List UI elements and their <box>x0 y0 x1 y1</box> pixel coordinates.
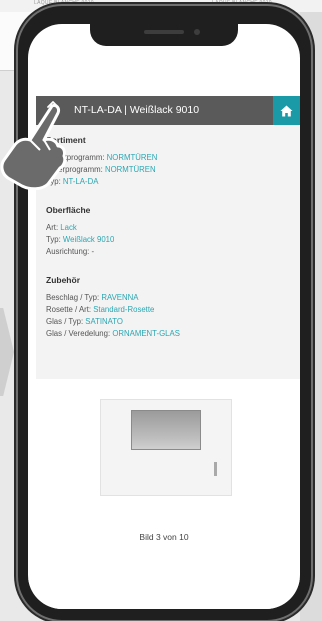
product-title: NT-LA-DA | Weißlack 9010 <box>74 104 200 116</box>
detail-row: Beschlag / Typ: RAVENNA <box>46 293 139 302</box>
detail-row: Glas / Typ: SATINATO <box>46 317 123 326</box>
door-glass-pane <box>131 410 201 450</box>
background-arrow-shape <box>0 308 14 396</box>
detail-value-link[interactable]: NT-LA-DA <box>63 177 99 186</box>
door-product-image[interactable] <box>100 399 232 496</box>
front-camera <box>194 29 200 35</box>
section-heading-zubehoer: Zubehör <box>46 275 80 285</box>
product-header-bar: NT-LA-DA | Weißlack 9010 <box>36 96 300 125</box>
detail-value-link[interactable]: Standard-Rosette <box>93 305 154 314</box>
section-heading-oberflaeche: Oberfläche <box>46 205 91 215</box>
detail-row: Typ: Weißlack 9010 <box>46 235 115 244</box>
phone-frame: NT-LA-DA | Weißlack 9010 Sortiment Haupt… <box>18 6 311 620</box>
detail-value: - <box>91 247 95 256</box>
home-icon <box>280 105 293 116</box>
detail-row: Art: Lack <box>46 223 77 232</box>
detail-row: Ausrichtung: - <box>46 247 95 256</box>
product-details-panel: Sortiment Hauptprogramm: NORMTÜREN Unter… <box>36 125 300 379</box>
speaker-grille <box>144 30 184 34</box>
detail-value-link[interactable]: NORMTÜREN <box>107 153 158 162</box>
door-handle <box>214 462 217 476</box>
pointing-hand-icon <box>0 104 66 190</box>
detail-row: Rosette / Art: Standard-Rosette <box>46 305 155 314</box>
screen-bottom-area <box>28 579 300 609</box>
detail-value-link[interactable]: Weißlack 9010 <box>63 235 114 244</box>
detail-value-link[interactable]: NORMTÜREN <box>105 165 156 174</box>
phone-screen: NT-LA-DA | Weißlack 9010 Sortiment Haupt… <box>28 24 300 609</box>
detail-value-link[interactable]: RAVENNA <box>101 293 138 302</box>
phone-notch <box>90 24 238 46</box>
detail-row: Glas / Veredelung: ORNAMENT-GLAS <box>46 329 180 338</box>
image-counter: Bild 3 von 10 <box>139 532 189 542</box>
detail-value-link[interactable]: Lack <box>60 223 76 232</box>
detail-value-link[interactable]: ORNAMENT-GLAS <box>112 329 180 338</box>
home-button[interactable] <box>273 96 300 125</box>
detail-value-link[interactable]: SATINATO <box>85 317 123 326</box>
